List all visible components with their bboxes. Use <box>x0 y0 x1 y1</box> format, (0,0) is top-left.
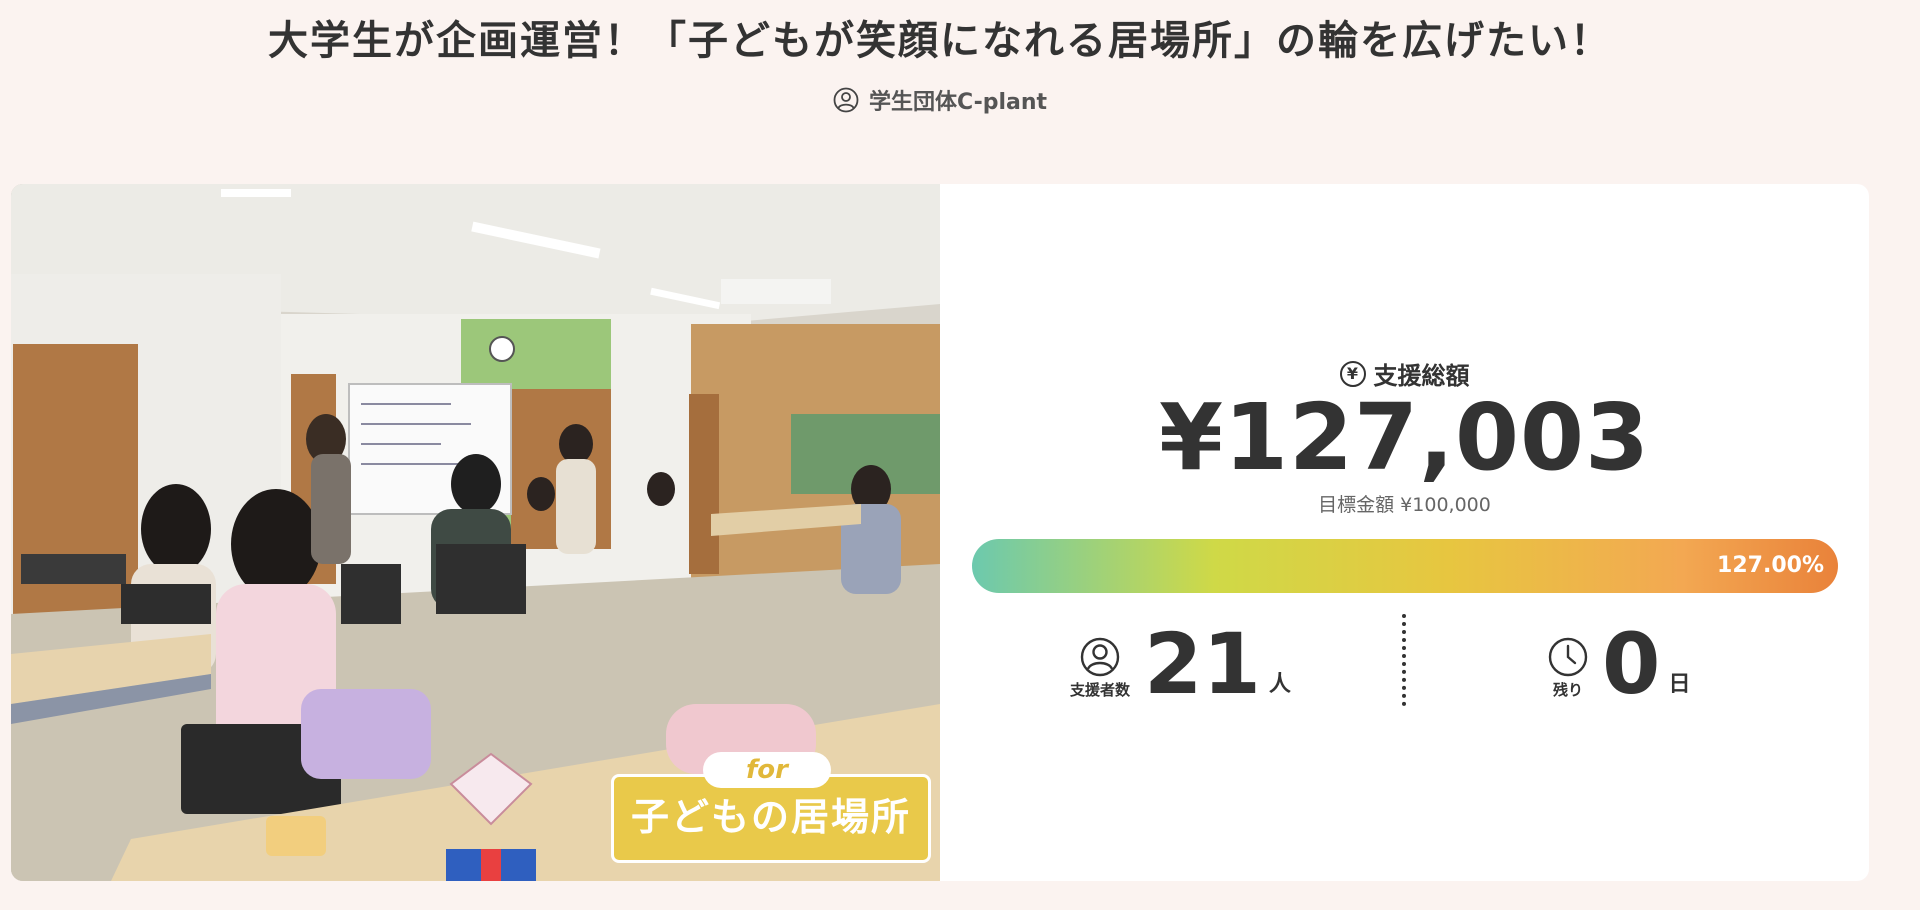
remaining-caption: 残り <box>1552 681 1583 699</box>
project-title: 大学生が企画運営！「子どもが笑顔になれる居場所」の輪を広げたい！ <box>268 18 1612 64</box>
remaining-days: 0 <box>1602 615 1661 713</box>
stats-divider <box>1402 614 1406 706</box>
remaining-stat: 残り 0 日 <box>1548 614 1690 714</box>
supporters-count: 21 <box>1144 615 1261 713</box>
badge-for-label: for <box>703 752 831 788</box>
supporters-stat: 支援者数 21 人 <box>1070 614 1291 714</box>
supporters-unit: 人 <box>1268 672 1291 697</box>
project-owner-link[interactable]: 学生団体C-plant <box>0 84 1880 116</box>
clock-icon <box>1548 637 1588 677</box>
owner-name: 学生団体C-plant <box>868 90 1048 115</box>
goal-amount: 目標金額 ¥100,000 <box>1318 494 1491 516</box>
yen-icon: ¥ <box>1339 360 1366 387</box>
project-photo: 子どもの居場所 for <box>11 184 940 881</box>
progress-label: 127.00% <box>1717 553 1824 578</box>
progress-bar: 127.00% <box>972 539 1838 593</box>
supporters-caption: 支援者数 <box>1070 681 1131 699</box>
remaining-unit: 日 <box>1668 672 1691 697</box>
funding-panel: ¥ 支援総額 ¥127,003 目標金額 ¥100,000 127.00% 支援… <box>940 184 1869 881</box>
progress-bar-fill <box>972 539 1838 593</box>
raised-amount: ¥127,003 <box>1158 384 1651 491</box>
user-circle-icon <box>1080 637 1120 677</box>
user-circle-icon <box>833 87 859 113</box>
